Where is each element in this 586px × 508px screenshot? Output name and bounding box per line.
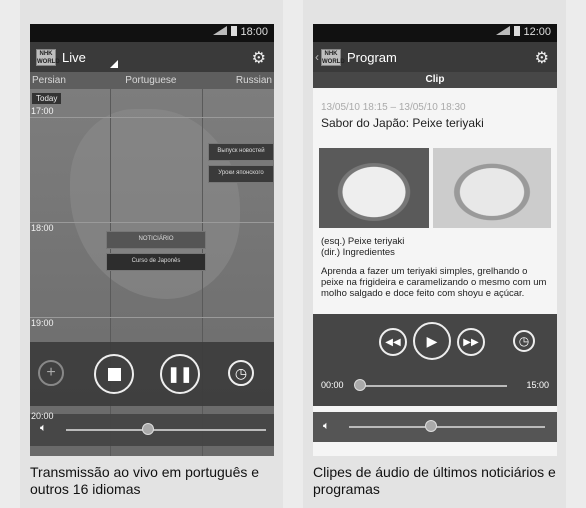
total-time: 15:00 — [526, 380, 549, 390]
clock-icon[interactable]: ◷ — [228, 360, 254, 386]
signal-icon — [496, 26, 511, 35]
tab-language-persian[interactable]: Persian — [32, 72, 66, 89]
program-content: 13/05/10 18:15 – 13/05/10 18:30 Sabor do… — [313, 88, 557, 456]
ingredients-photo — [433, 148, 551, 228]
time-label: 18:00 — [31, 223, 54, 233]
volume-track[interactable] — [349, 426, 545, 428]
teriyaki-photo — [319, 148, 429, 228]
app-title[interactable]: Live — [62, 50, 86, 65]
left-panel: 18:00 NHK WORLD Live ⚙ Persian Portuguese… — [20, 0, 283, 508]
phone-live: 18:00 NHK WORLD Live ⚙ Persian Portuguese… — [30, 24, 274, 456]
phone-program: 12:00 ‹ NHK WORLD Program ⚙ Clip 13/05/10… — [313, 24, 557, 456]
fast-forward-button[interactable]: ▶▶ — [457, 328, 485, 356]
clip-header: Clip — [313, 72, 557, 88]
battery-icon — [514, 26, 521, 36]
battery-icon — [231, 26, 238, 36]
pause-button[interactable]: ❚❚ — [160, 354, 200, 394]
time-label: 20:00 — [31, 411, 54, 421]
playback-controls: + ❚❚ ◷ — [30, 342, 274, 406]
action-bar: ‹ NHK WORLD Program ⚙ — [313, 42, 557, 72]
image-caption: (esq.) Peixe teriyaki (dir.) Ingrediente… — [321, 236, 405, 258]
speaker-icon: 🔈︎ — [40, 422, 47, 434]
dropdown-indicator-icon[interactable] — [110, 60, 118, 68]
today-label: Today — [32, 93, 62, 104]
volume-slider-thumb[interactable] — [142, 423, 154, 435]
program-description: Aprenda a fazer um teriyaki simples, gre… — [321, 266, 547, 299]
elapsed-time: 00:00 — [321, 380, 344, 390]
audio-player: ◀◀ ▶ ▶▶ ◷ 00:00 15:00 — [313, 314, 557, 406]
program-title: Sabor do Japão: Peixe teriyaki — [321, 116, 484, 130]
program-block-curso[interactable]: Curso de Japonês — [106, 253, 206, 271]
fast-forward-icon: ▶▶ — [463, 336, 479, 348]
caption-program: Clipes de áudio de últimos noticiários e… — [313, 464, 556, 497]
gear-icon[interactable]: ⚙ — [535, 48, 549, 68]
add-icon[interactable]: + — [38, 360, 64, 386]
play-icon: ▶ — [426, 332, 438, 349]
status-time: 12:00 — [523, 26, 551, 38]
caption-live: Transmissão ao vivo em português e outro… — [30, 464, 260, 497]
progress-track[interactable] — [357, 385, 507, 387]
tab-language-russian[interactable]: Russian — [236, 72, 272, 89]
volume-bar: 🔈︎ — [313, 412, 557, 442]
signal-icon — [213, 26, 228, 35]
right-panel: 12:00 ‹ NHK WORLD Program ⚙ Clip 13/05/10… — [303, 0, 566, 508]
program-block-russian-news[interactable]: Выпуск новостей — [208, 143, 274, 161]
status-time: 18:00 — [240, 26, 268, 38]
status-bar: 12:00 — [313, 24, 557, 42]
language-bar: Persian Portuguese Russian — [30, 72, 274, 89]
grid-line — [30, 222, 274, 223]
pause-icon: ❚❚ — [167, 366, 193, 383]
volume-bar: 🔈︎ — [30, 414, 274, 446]
speaker-icon: 🔈︎ — [323, 420, 330, 432]
volume-slider-thumb[interactable] — [425, 420, 437, 432]
gear-icon[interactable]: ⚙ — [252, 48, 266, 68]
stop-icon — [107, 367, 121, 381]
action-bar: NHK WORLD Live ⚙ — [30, 42, 274, 72]
program-date: 13/05/10 18:15 – 13/05/10 18:30 — [321, 102, 466, 113]
nhk-world-logo: NHK WORLD — [36, 48, 60, 66]
program-block-noticiario[interactable]: NOTICIÁRIO — [106, 231, 206, 249]
grid-line — [30, 317, 274, 318]
back-icon[interactable]: ‹ — [315, 50, 319, 64]
volume-track[interactable] — [66, 429, 266, 431]
nhk-world-logo: NHK WORLD — [321, 48, 345, 66]
app-title: Program — [347, 49, 397, 65]
tab-language-portuguese[interactable]: Portuguese — [125, 72, 176, 89]
progress-thumb[interactable] — [354, 379, 366, 391]
status-bar: 18:00 — [30, 24, 274, 42]
rewind-icon: ◀◀ — [385, 336, 401, 348]
clock-icon[interactable]: ◷ — [513, 330, 535, 352]
grid-line — [30, 117, 274, 118]
play-button[interactable]: ▶ — [413, 322, 451, 360]
time-label: 19:00 — [31, 318, 54, 328]
time-label: 17:00 — [31, 106, 54, 116]
program-block-russian-lesson[interactable]: Уроки японского — [208, 165, 274, 183]
rewind-button[interactable]: ◀◀ — [379, 328, 407, 356]
stop-button[interactable] — [94, 354, 134, 394]
